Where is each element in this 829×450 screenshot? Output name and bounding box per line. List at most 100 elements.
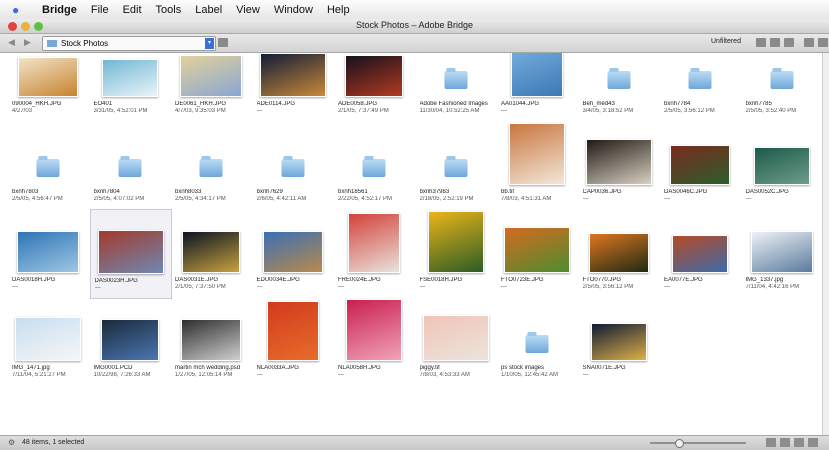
item-cell[interactable]: Beh_med43 3/4/05, 3:18:52 PM bbox=[579, 53, 659, 121]
menu-file[interactable]: File bbox=[91, 4, 109, 16]
item-cell[interactable]: bxnh7784 2/5/05, 3:56:12 PM bbox=[660, 53, 740, 121]
photo-thumbnail bbox=[672, 235, 728, 273]
item-filename: EA0077E.JPG bbox=[664, 277, 703, 283]
rotate-right-icon[interactable] bbox=[784, 38, 794, 47]
item-cell[interactable]: FTO0770.JPG 2/5/05, 3:56:12 PM bbox=[579, 209, 659, 297]
rotate-left-icon[interactable] bbox=[770, 38, 780, 47]
item-cell[interactable]: martin mch wedding.psd 1/27/05, 12:05:14 … bbox=[171, 297, 251, 385]
item-cell[interactable]: IMG0001.PCD 10/22/98, 7:26:33 AM bbox=[90, 297, 170, 385]
item-cell[interactable]: bxnh37983 2/18/05, 2:52:19 PM bbox=[416, 121, 496, 209]
item-cell[interactable]: EO401 3/31/05, 4:52:01 PM bbox=[90, 53, 170, 121]
slider-knob[interactable] bbox=[674, 439, 684, 448]
item-filename: IMG0001.PCD bbox=[93, 365, 133, 371]
item-cell[interactable]: bxnh7804 2/5/05, 4:07:02 PM bbox=[90, 121, 170, 209]
item-filename: EDU0034E.JPG bbox=[256, 277, 300, 283]
item-cell[interactable]: ps stock images 1/10/05, 12:45:42 AM bbox=[497, 297, 577, 385]
chevron-down-icon: ▾ bbox=[205, 38, 214, 49]
menu-view[interactable]: View bbox=[236, 4, 260, 16]
menu-tools[interactable]: Tools bbox=[156, 4, 182, 16]
new-folder-icon[interactable] bbox=[756, 38, 766, 47]
item-filename: ADE0114.JPG bbox=[256, 101, 296, 107]
item-cell[interactable]: DE0061_HKH.JPG 4/7/03, 9:35:03 PM bbox=[171, 53, 251, 121]
item-filename: NLA0058H.JPG bbox=[338, 365, 381, 371]
item-filename: FTO0723E.JPG bbox=[501, 277, 544, 283]
item-filename: bxnh7629 bbox=[256, 189, 283, 195]
folder-icon bbox=[36, 156, 60, 177]
menu-label[interactable]: Label bbox=[195, 4, 222, 16]
item-cell[interactable]: DAS0018H.JPG — bbox=[8, 209, 88, 297]
item-date: — bbox=[582, 196, 589, 202]
menu-bridge[interactable]: Bridge bbox=[42, 4, 77, 16]
vertical-scrollbar[interactable] bbox=[822, 53, 829, 435]
item-filename: 090004_HKH.JPG bbox=[12, 101, 62, 107]
item-filename: bxnh18561 bbox=[338, 189, 368, 195]
item-cell[interactable]: piggy.tif 7/8/03, 4:53:33 AM bbox=[416, 297, 496, 385]
item-cell[interactable]: bxnh18561 2/22/05, 4:52:17 PM bbox=[334, 121, 414, 209]
menu-window[interactable]: Window bbox=[274, 4, 313, 16]
item-cell[interactable]: FTO0723E.JPG — bbox=[497, 209, 577, 297]
item-cell[interactable]: FRE0024E.JPG — bbox=[334, 209, 414, 297]
filter-dropdown[interactable]: Unfiltered bbox=[711, 38, 741, 45]
item-date: — bbox=[12, 284, 18, 290]
item-cell[interactable]: DAS0052C.JPG — bbox=[742, 121, 822, 209]
trash-icon[interactable] bbox=[804, 38, 814, 47]
item-cell[interactable]: Adobe Fashioned Images 11/30/04, 10:52:25… bbox=[416, 53, 496, 121]
item-cell[interactable]: DAS0046C.JPG — bbox=[660, 121, 740, 209]
item-date: 3/4/05, 3:18:52 PM bbox=[582, 108, 634, 114]
details-view-icon[interactable] bbox=[794, 438, 804, 447]
item-date: — bbox=[419, 284, 426, 290]
thumbnail-size-slider[interactable] bbox=[650, 439, 746, 448]
folder-icon bbox=[607, 68, 630, 89]
item-date: 7/8/03, 4:51:31 AM bbox=[501, 196, 552, 202]
location-dropdown[interactable]: Stock Photos ▾ bbox=[42, 36, 216, 51]
item-cell[interactable]: bxnh7629 2/6/05, 4:42:11 AM bbox=[253, 121, 333, 209]
item-date: 11/30/04, 10:52:25 AM bbox=[419, 108, 480, 114]
folder-icon bbox=[47, 40, 57, 48]
item-cell[interactable]: IMG_1471.jpg 7/11/04, 5:21:27 PM bbox=[8, 297, 88, 385]
item-date: 2/1/05, 7:37:50 PM bbox=[175, 284, 226, 290]
item-filename: NLA0033A.JPG bbox=[256, 365, 299, 371]
item-cell[interactable]: SNA0071E.JPG — bbox=[579, 297, 659, 385]
item-date: — bbox=[664, 284, 670, 290]
filmstrip-view-icon[interactable] bbox=[780, 438, 790, 447]
item-cell[interactable]: DAS0031E.JPG 2/1/05, 7:37:50 PM bbox=[171, 209, 251, 297]
apple-icon[interactable]: ● bbox=[12, 3, 28, 17]
item-cell[interactable]: bxnh7803 2/5/05, 4:56:47 PM bbox=[8, 121, 88, 209]
item-filename: ps stock images bbox=[501, 365, 545, 371]
item-date: 7/11/04, 4:42:16 PM bbox=[745, 284, 800, 290]
item-cell[interactable]: bb.tif 7/8/03, 4:51:31 AM bbox=[497, 121, 577, 209]
photo-thumbnail bbox=[181, 319, 241, 361]
item-cell[interactable]: NLA0033A.JPG — bbox=[253, 297, 333, 385]
item-cell[interactable]: AA01044.JPG — bbox=[497, 53, 577, 121]
item-cell[interactable]: ADE0114.JPG — bbox=[253, 53, 333, 121]
item-cell[interactable]: 090004_HKH.JPG 4/27/03 bbox=[8, 53, 88, 121]
item-cell[interactable]: CAP0036.JPG — bbox=[579, 121, 659, 209]
item-date: 2/5/05, 4:34:17 PM bbox=[175, 196, 226, 202]
item-cell[interactable]: bxnh8033 2/5/05, 4:34:17 PM bbox=[171, 121, 251, 209]
rating-stars[interactable]: ····· bbox=[115, 270, 135, 276]
item-filename: piggy.tif bbox=[419, 365, 440, 371]
grid-view-icon[interactable] bbox=[766, 438, 776, 447]
back-icon[interactable]: ◀ bbox=[8, 37, 15, 48]
menu-edit[interactable]: Edit bbox=[123, 4, 142, 16]
item-cell[interactable]: EA0077E.JPG — bbox=[660, 209, 740, 297]
list-view-icon[interactable] bbox=[808, 438, 818, 447]
photo-thumbnail bbox=[262, 231, 323, 273]
item-date: 2/5/05, 3:56:12 PM bbox=[582, 284, 634, 290]
menu-help[interactable]: Help bbox=[327, 4, 350, 16]
item-filename: DAS0052C.JPG bbox=[745, 189, 789, 195]
item-cell[interactable]: EDU0034E.JPG — bbox=[253, 209, 333, 297]
photo-thumbnail bbox=[259, 53, 326, 97]
item-cell[interactable]: ADE0058.JPG 2/1/05, 7:37:49 PM bbox=[334, 53, 414, 121]
item-cell[interactable]: bxnh7785 2/5/05, 3:52:40 PM bbox=[742, 53, 822, 121]
forward-icon[interactable]: ▶ bbox=[24, 37, 31, 48]
item-cell[interactable]: DAS0023H.JPG — ····· bbox=[89, 209, 172, 299]
folder-view-icon[interactable] bbox=[218, 38, 228, 47]
item-cell[interactable]: IMG_1337.jpg 7/11/04, 4:42:16 PM bbox=[742, 209, 822, 297]
lock-icon[interactable] bbox=[818, 38, 828, 47]
item-cell[interactable]: FSE0018H.JPG — bbox=[416, 209, 496, 297]
item-cell[interactable]: NLA0058H.JPG — bbox=[334, 297, 414, 385]
gear-icon[interactable]: ⚙ bbox=[8, 438, 15, 447]
photo-thumbnail bbox=[750, 231, 813, 273]
photo-thumbnail bbox=[345, 55, 403, 97]
